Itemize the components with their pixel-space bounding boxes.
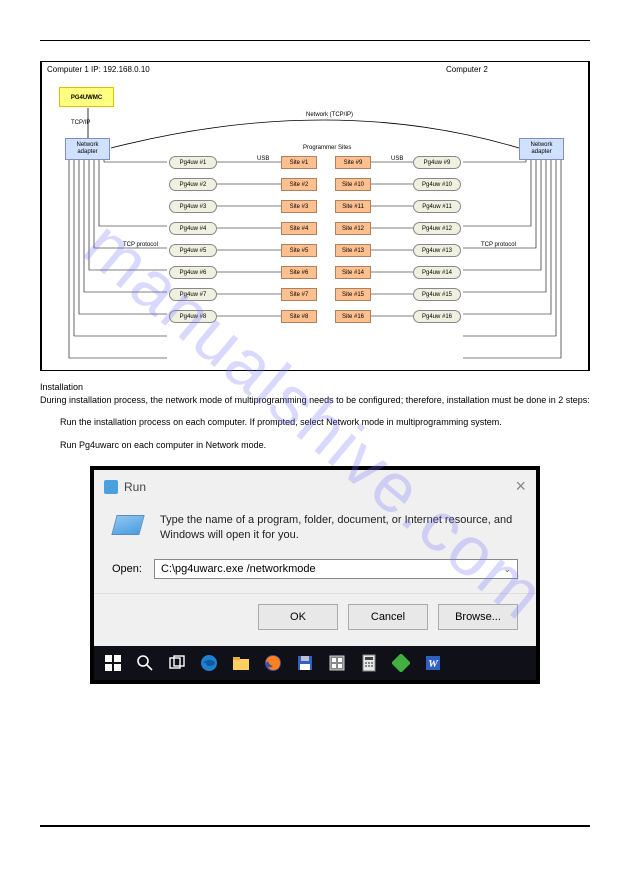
run-dialog: Run × Type the name of a program, folder… bbox=[94, 470, 536, 646]
firefox-icon[interactable] bbox=[258, 648, 288, 678]
pg4uw-right-6: Pg4uw #14 bbox=[413, 266, 461, 279]
ok-button[interactable]: OK bbox=[258, 604, 338, 630]
search-icon[interactable] bbox=[130, 648, 160, 678]
wires bbox=[41, 62, 591, 372]
app-icon-1[interactable] bbox=[322, 648, 352, 678]
edge-icon[interactable] bbox=[194, 648, 224, 678]
run-description: Type the name of a program, folder, docu… bbox=[160, 513, 518, 543]
open-value: C:\pg4uwarc.exe /networkmode bbox=[161, 563, 503, 575]
pg4uw-right-3: Pg4uw #11 bbox=[413, 200, 461, 213]
save-disk-icon[interactable] bbox=[290, 648, 320, 678]
open-combobox[interactable]: C:\pg4uwarc.exe /networkmode ⌄ bbox=[154, 559, 518, 579]
word-icon[interactable]: W bbox=[418, 648, 448, 678]
site-right-8: Site #16 bbox=[335, 310, 371, 323]
site-left-3: Site #3 bbox=[281, 200, 317, 213]
site-left-8: Site #8 bbox=[281, 310, 317, 323]
calculator-icon[interactable] bbox=[354, 648, 384, 678]
browse-button[interactable]: Browse... bbox=[438, 604, 518, 630]
pg4uw-left-2: Pg4uw #2 bbox=[169, 178, 217, 191]
screenshot-frame: Run × Type the name of a program, folder… bbox=[90, 466, 540, 684]
site-right-3: Site #11 bbox=[335, 200, 371, 213]
run-title-icon bbox=[104, 480, 118, 494]
chevron-down-icon[interactable]: ⌄ bbox=[503, 564, 511, 575]
site-right-2: Site #10 bbox=[335, 178, 371, 191]
explorer-icon[interactable] bbox=[226, 648, 256, 678]
site-left-1: Site #1 bbox=[281, 156, 317, 169]
site-right-5: Site #13 bbox=[335, 244, 371, 257]
taskbar: W bbox=[94, 646, 536, 680]
site-left-2: Site #2 bbox=[281, 178, 317, 191]
site-left-4: Site #4 bbox=[281, 222, 317, 235]
cancel-button[interactable]: Cancel bbox=[348, 604, 428, 630]
pg4uw-left-5: Pg4uw #5 bbox=[169, 244, 217, 257]
pg4uw-right-5: Pg4uw #13 bbox=[413, 244, 461, 257]
run-app-icon bbox=[112, 513, 148, 543]
task-view-icon[interactable] bbox=[162, 648, 192, 678]
paragraph-3: Run Pg4uwarc on each computer in Network… bbox=[60, 439, 590, 452]
pg4uw-right-2: Pg4uw #10 bbox=[413, 178, 461, 191]
site-left-5: Site #5 bbox=[281, 244, 317, 257]
start-icon[interactable] bbox=[98, 648, 128, 678]
paragraph-1: Installation During installation process… bbox=[40, 381, 590, 406]
pg4uw-left-1: Pg4uw #1 bbox=[169, 156, 217, 169]
pg4uw-right-4: Pg4uw #12 bbox=[413, 222, 461, 235]
pg4uw-left-6: Pg4uw #6 bbox=[169, 266, 217, 279]
site-right-7: Site #15 bbox=[335, 288, 371, 301]
site-left-7: Site #7 bbox=[281, 288, 317, 301]
app-icon-2[interactable] bbox=[386, 648, 416, 678]
paragraph-2: Run the installation process on each com… bbox=[60, 416, 590, 429]
run-title: Run bbox=[124, 480, 146, 494]
site-right-4: Site #12 bbox=[335, 222, 371, 235]
site-right-6: Site #14 bbox=[335, 266, 371, 279]
pg4uw-left-3: Pg4uw #3 bbox=[169, 200, 217, 213]
svg-text:W: W bbox=[428, 658, 439, 670]
pg4uw-left-4: Pg4uw #4 bbox=[169, 222, 217, 235]
open-label: Open: bbox=[112, 563, 142, 575]
pg4uw-right-8: Pg4uw #16 bbox=[413, 310, 461, 323]
site-left-6: Site #6 bbox=[281, 266, 317, 279]
close-icon[interactable]: × bbox=[515, 476, 526, 497]
pg4uw-left-7: Pg4uw #7 bbox=[169, 288, 217, 301]
pg4uw-left-8: Pg4uw #8 bbox=[169, 310, 217, 323]
pg4uw-right-7: Pg4uw #15 bbox=[413, 288, 461, 301]
pg4uw-right-1: Pg4uw #9 bbox=[413, 156, 461, 169]
site-right-1: Site #9 bbox=[335, 156, 371, 169]
network-diagram: Computer 1 IP: 192.168.0.10 Computer 2 P… bbox=[40, 61, 590, 371]
